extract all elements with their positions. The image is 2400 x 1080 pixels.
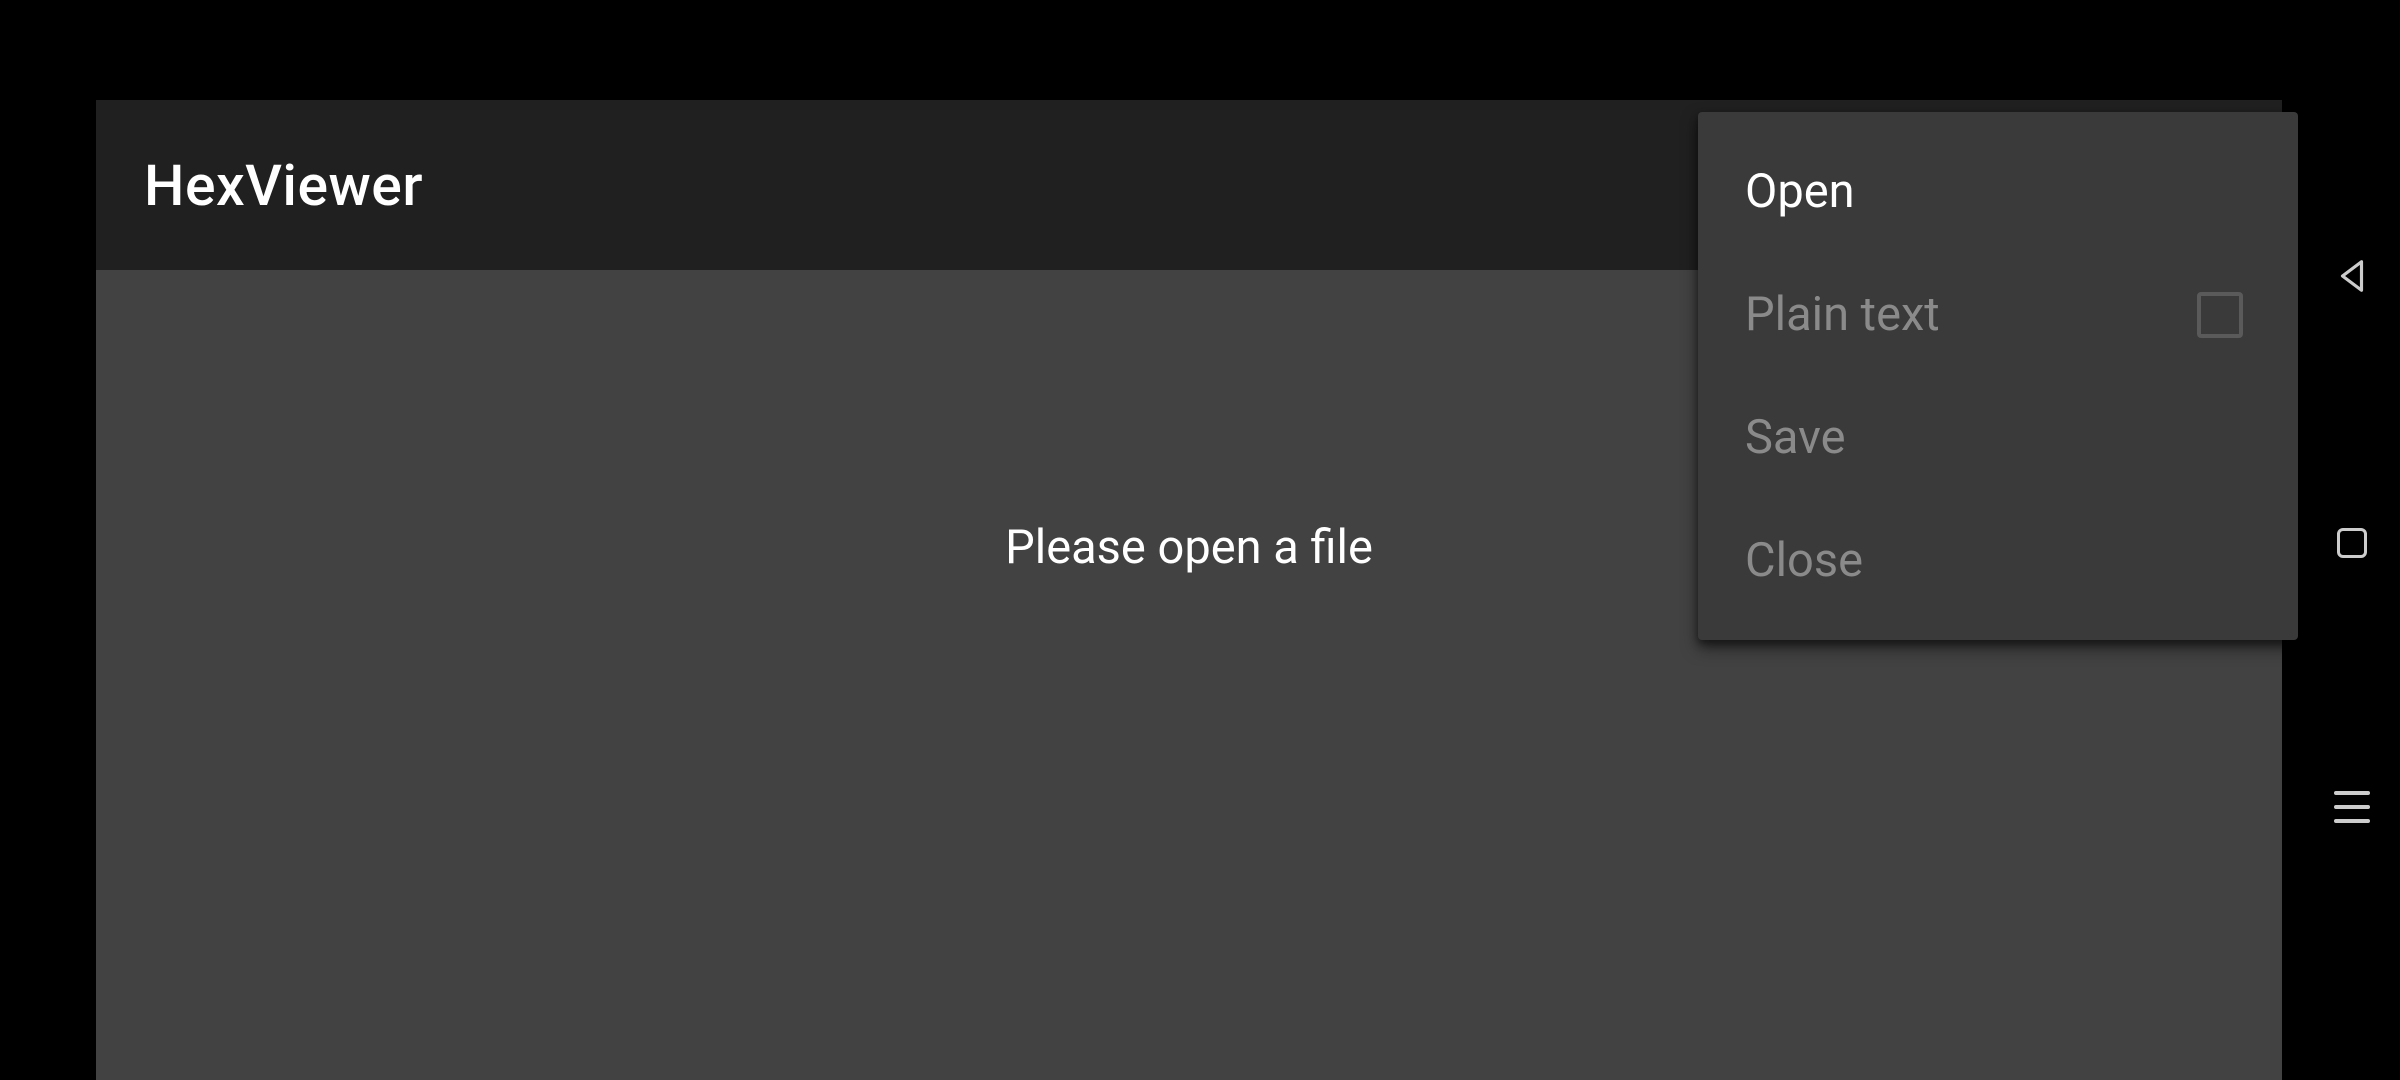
recent-icon[interactable] xyxy=(2334,791,2370,823)
navigation-bar xyxy=(2304,0,2400,1080)
menu-item-plain-text[interactable]: Plain text xyxy=(1698,253,2298,376)
home-icon[interactable] xyxy=(2334,525,2370,561)
menu-item-close[interactable]: Close xyxy=(1698,499,2298,622)
menu-item-label: Save xyxy=(1745,410,1846,465)
menu-item-open[interactable]: Open xyxy=(1698,130,2298,253)
menu-item-save[interactable]: Save xyxy=(1698,376,2298,499)
placeholder-text: Please open a file xyxy=(1005,520,1373,575)
menu-item-label: Open xyxy=(1745,164,1855,219)
back-icon[interactable] xyxy=(2333,257,2371,295)
overflow-menu: Open Plain text Save Close xyxy=(1698,112,2298,640)
app-title: HexViewer xyxy=(144,152,423,219)
menu-item-label: Plain text xyxy=(1745,287,1940,342)
menu-item-label: Close xyxy=(1745,533,1863,588)
checkbox-icon[interactable] xyxy=(2197,292,2243,338)
